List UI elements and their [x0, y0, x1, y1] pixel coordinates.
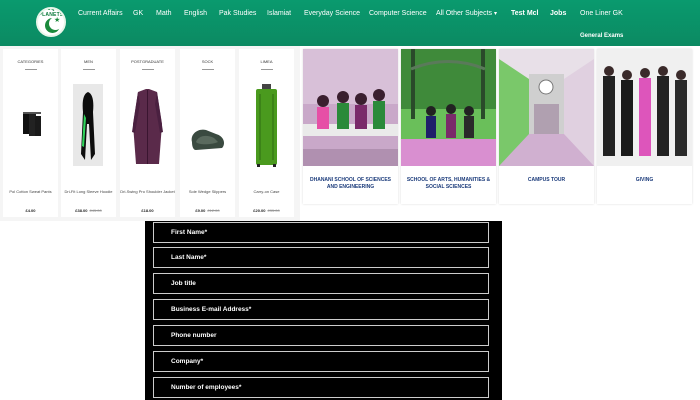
school-label[interactable]: DHANANI SCHOOL OF SCIENCES AND ENGINEERI… [306, 177, 395, 191]
price-current: £18.00 [141, 208, 154, 213]
product-card[interactable]: MEN Dri-Fit Long Sleeve Hoodie £38.00 £45… [61, 49, 116, 217]
menu-pak-studies[interactable]: Pak Studies [219, 10, 256, 17]
site-logo[interactable]: MCQ's PLANETS ★ [36, 7, 66, 37]
school-card[interactable]: CAMPUS TOUR [499, 49, 594, 204]
menu-computer-science[interactable]: Computer Science [369, 10, 427, 17]
product-category: SOCK [201, 59, 214, 64]
product-category: CATEGORIES [17, 59, 44, 64]
price-old: £12.00 [207, 208, 220, 213]
company-field[interactable]: Company* [153, 351, 489, 372]
school-card[interactable]: DHANANI SCHOOL OF SCIENCES AND ENGINEERI… [303, 49, 398, 204]
product-price: £4.00 [3, 208, 58, 213]
number-of-employees-field[interactable]: Number of employees* [153, 377, 489, 398]
product-image-pants[interactable] [9, 84, 52, 169]
school-cards: DHANANI SCHOOL OF SCIENCES AND ENGINEERI… [300, 46, 700, 206]
price-old: £35.00 [267, 208, 280, 213]
job-title-field[interactable]: Job title [153, 273, 489, 294]
price-current: £38.00 [75, 208, 88, 213]
product-category: MEN [84, 59, 93, 64]
first-name-field[interactable]: First Name* [153, 222, 489, 243]
price-current: £4.00 [25, 208, 36, 213]
business-email-field[interactable]: Business E-mail Address* [153, 299, 489, 320]
product-price: £38.00 £45.00 [61, 208, 116, 213]
product-image-hoodie[interactable] [67, 84, 110, 169]
menu-math[interactable]: Math [156, 10, 172, 17]
divider [142, 69, 154, 70]
product-card[interactable]: SOCK Sole Wedge Slippers £9.00 £12.00 [180, 49, 235, 217]
menu-current-affairs[interactable]: Current Affairs [78, 10, 123, 17]
menu-english[interactable]: English [184, 10, 207, 17]
last-name-field[interactable]: Last Name* [153, 247, 489, 268]
price-old: £45.00 [89, 208, 102, 213]
school-label[interactable]: SCHOOL OF ARTS, HUMANITIES & SOCIAL SCIE… [404, 177, 493, 191]
divider [83, 69, 95, 70]
product-name: Carry-on Case [253, 189, 280, 194]
school-image-sciences[interactable] [303, 49, 398, 166]
product-price: £18.00 [120, 208, 175, 213]
menu-all-other-subjects-label: All Other Subjects [436, 10, 493, 17]
price-current: £9.00 [195, 208, 206, 213]
school-card[interactable]: GIVING [597, 49, 692, 204]
price-current: £20.00 [253, 208, 266, 213]
product-name: Dri-Swing Pro Shoulder Jacket [120, 189, 175, 194]
divider [261, 69, 273, 70]
menu-general-exams[interactable]: General Exams [580, 33, 623, 39]
school-image-campus[interactable] [499, 49, 594, 166]
menu-one-liner-gk[interactable]: One Liner GK [580, 10, 623, 17]
menu-all-other-subjects[interactable]: All Other Subjects ▾ [436, 10, 497, 17]
phone-number-field[interactable]: Phone number [153, 325, 489, 346]
divider [25, 69, 37, 70]
menu-islamiat[interactable]: Islamiat [267, 10, 291, 17]
contact-form: First Name* Last Name* Job title Busines… [145, 221, 502, 400]
product-category: LIMEA [260, 59, 273, 64]
product-card[interactable]: CATEGORIES Pol Cotton Sweat Pants £4.00 [3, 49, 58, 217]
product-price: £20.00 £35.00 [239, 208, 294, 213]
school-label[interactable]: GIVING [600, 177, 689, 184]
divider [202, 69, 214, 70]
school-card[interactable]: SCHOOL OF ARTS, HUMANITIES & SOCIAL SCIE… [401, 49, 496, 204]
product-image-luggage[interactable] [245, 84, 288, 169]
product-strip: CATEGORIES Pol Cotton Sweat Pants £4.00 … [0, 46, 300, 221]
product-name: Sole Wedge Slippers [188, 189, 227, 194]
caret-down-icon: ▾ [494, 11, 498, 17]
school-image-arts[interactable] [401, 49, 496, 166]
school-image-giving[interactable] [597, 49, 692, 166]
top-nav-bar: MCQ's PLANETS ★ Current Affairs GK Math … [0, 0, 700, 46]
product-name: Pol Cotton Sweat Pants [9, 189, 52, 194]
product-price: £9.00 £12.00 [180, 208, 235, 213]
product-card[interactable]: LIMEA Carry-on Case £20.00 £35.00 [239, 49, 294, 217]
menu-everyday-science[interactable]: Everyday Science [304, 10, 360, 17]
product-name: Dri-Fit Long Sleeve Hoodie [64, 189, 113, 194]
product-image-jacket[interactable] [126, 84, 169, 169]
menu-test-mcl[interactable]: Test Mcl [511, 10, 539, 17]
product-card[interactable]: POSTGRADUATE Dri-Swing Pro Shoulder Jack… [120, 49, 175, 217]
product-category: POSTGRADUATE [131, 59, 164, 64]
school-label[interactable]: CAMPUS TOUR [502, 177, 591, 184]
star-icon: ★ [54, 17, 61, 24]
menu-gk[interactable]: GK [133, 10, 143, 17]
product-image-slipper[interactable] [186, 84, 229, 169]
menu-jobs[interactable]: Jobs [550, 10, 566, 17]
